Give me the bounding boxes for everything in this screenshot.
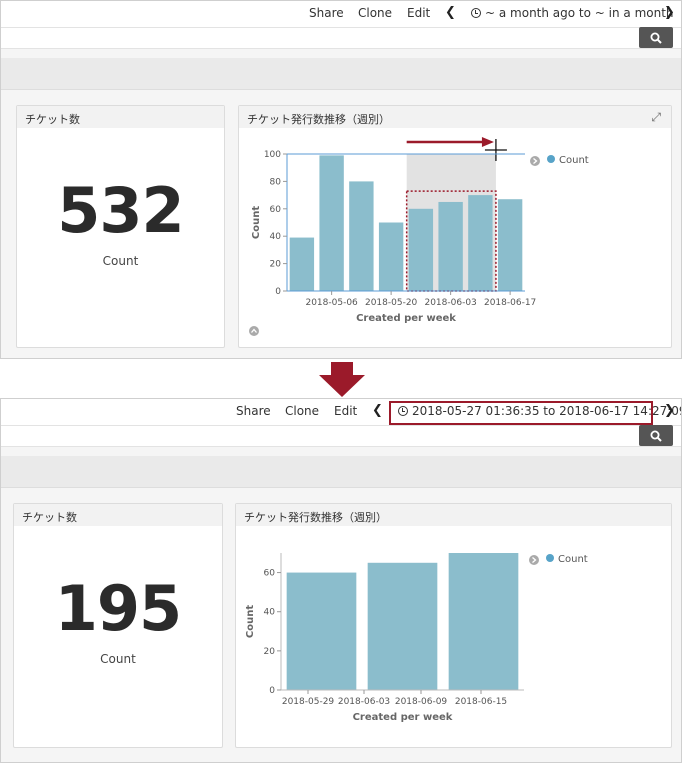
bar[interactable] [497,199,523,291]
bar[interactable] [448,553,519,690]
metric-label: Count [102,254,139,268]
y-axis-title: Count [251,206,262,239]
x-tick-label: 2018-06-03 [338,697,390,707]
share-button[interactable]: Share [309,6,344,20]
y-tick-label: 20 [264,647,276,657]
legend-label[interactable]: Count [559,155,589,166]
clock-icon [398,406,408,416]
metric-panel: チケット数 195 Count [13,503,223,748]
y-tick-label: 60 [264,569,276,579]
search-icon [650,430,662,442]
bar[interactable] [438,201,463,291]
clone-button[interactable]: Clone [358,6,392,20]
search-bar [1,27,681,49]
chart-panel: チケット発行数推移（週別） ⤢ 0 20 40 60 80 100 2018-05-06 20… [238,105,672,348]
bar[interactable] [468,195,493,291]
y-tick-label: 80 [270,177,282,187]
edit-button[interactable]: Edit [407,6,430,20]
filter-band [1,456,681,488]
search-bar [1,425,681,447]
search-input[interactable] [1,426,639,446]
timefilter-button[interactable]: 2018-05-27 01:36:35 to 2018-06-17 14:27:… [398,404,682,418]
search-icon [650,32,662,44]
metric-label: Count [100,652,136,666]
panel-title: チケット発行数推移（週別） [236,504,671,526]
expand-icon[interactable]: ⤢ [651,110,661,125]
bar-chart[interactable]: 0 20 40 60 80 100 2018-05-06 2018-05-20 2018-06-… [239,128,673,348]
y-tick-label: 0 [269,686,275,696]
chevron-right-icon[interactable]: ❯ [664,403,675,418]
legend-swatch [546,554,554,562]
collapse-toggle-icon[interactable] [249,326,259,336]
search-input[interactable] [1,28,639,48]
legend-label[interactable]: Count [558,554,588,565]
legend-toggle-icon[interactable] [530,156,540,166]
y-tick-label: 0 [275,287,281,297]
top-nav: Share Clone Edit ❮ 2018-05-27 01:36:35 t… [1,399,681,425]
clone-button[interactable]: Clone [285,404,319,418]
y-tick-label: 60 [270,205,282,215]
bar-chart[interactable]: 0 20 40 60 2018-05-29 2018-06-03 2018-06-09 201… [236,526,673,748]
y-axis-title: Count [245,605,256,638]
x-axis-title: Created per week [356,313,456,324]
search-button[interactable] [639,27,673,48]
chevron-left-icon[interactable]: ❮ [445,5,456,20]
panel-title: チケット発行数推移（週別） [239,106,671,128]
dashboard-before: Share Clone Edit ❮ ~ a month ago to ~ in… [0,0,682,359]
bar[interactable] [367,562,438,690]
bar[interactable] [408,208,434,291]
drag-arrow-head [481,137,494,147]
x-axis-title: Created per week [353,712,453,723]
chevron-left-icon[interactable]: ❮ [372,403,383,418]
x-tick-label: 2018-05-29 [282,697,335,707]
timefilter-label: ~ a month ago to ~ in a month [485,6,674,20]
metric-value: 195 [54,572,182,645]
y-tick-label: 100 [264,150,281,160]
filter-band [1,58,681,90]
bar[interactable] [319,155,344,291]
legend-swatch [547,155,555,163]
x-tick-label: 2018-06-09 [395,697,448,707]
x-tick-label: 2018-06-17 [484,298,536,308]
y-tick-label: 20 [270,260,282,270]
edit-button[interactable]: Edit [334,404,357,418]
y-tick-label: 40 [270,232,282,242]
top-nav: Share Clone Edit ❮ ~ a month ago to ~ in… [1,1,681,27]
metric-value: 532 [57,174,184,247]
timefilter-label: 2018-05-27 01:36:35 to 2018-06-17 14:27:… [412,404,682,418]
y-tick-label: 40 [264,608,276,618]
bar[interactable] [349,181,374,291]
x-tick-label: 2018-05-06 [305,298,358,308]
search-button[interactable] [639,425,673,446]
panel-title: チケット数 [17,106,224,128]
arrow-down-icon [319,362,365,397]
metric-panel: チケット数 532 Count [16,105,225,348]
bar[interactable] [378,222,404,292]
x-tick-label: 2018-05-20 [365,298,418,308]
share-button[interactable]: Share [236,404,271,418]
timefilter-button[interactable]: ~ a month ago to ~ in a month [471,6,674,20]
bar[interactable] [289,237,315,291]
legend-toggle-icon[interactable] [529,555,539,565]
bar[interactable] [286,572,357,690]
chart-panel: チケット発行数推移（週別） 0 20 40 60 2018-05-29 2018-06-0… [235,503,672,748]
chevron-right-icon[interactable]: ❯ [664,5,675,20]
dashboard-after: Share Clone Edit ❮ 2018-05-27 01:36:35 t… [0,398,682,763]
x-tick-label: 2018-06-03 [424,298,476,308]
x-tick-label: 2018-06-15 [455,697,507,707]
panel-title: チケット数 [14,504,222,526]
clock-icon [471,8,481,18]
